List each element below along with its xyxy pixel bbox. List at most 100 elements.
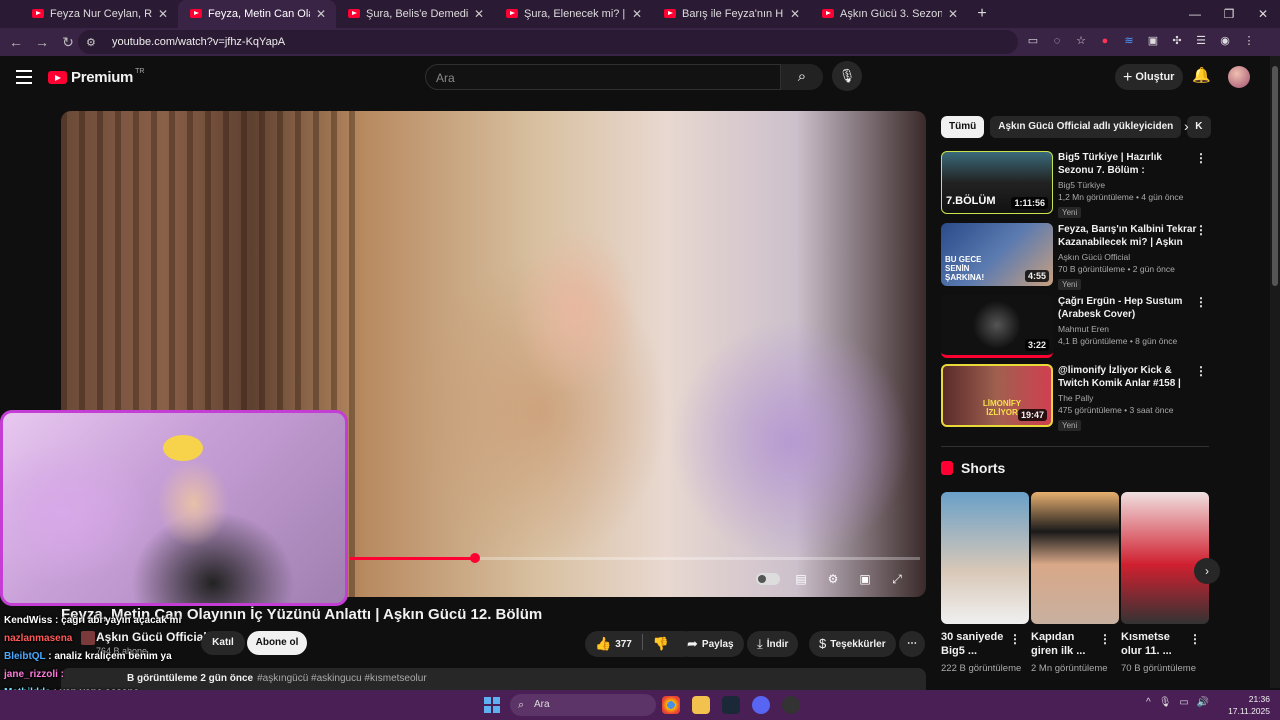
short-video[interactable]: Kısmetse olur 11. ... 70 B görüntüleme ⋮ — [1121, 492, 1209, 676]
recommended-video[interactable]: LİMONİFY İZLİYOR 19:47 @limonify İzliyor… — [941, 364, 1211, 431]
channel-avatar[interactable] — [81, 631, 95, 645]
description-box[interactable]: B görüntüleme 2 gün önce #aşkıngücü #aski… — [61, 668, 926, 690]
forward-icon[interactable]: → — [30, 30, 54, 54]
extension-red-icon[interactable]: ● — [1096, 32, 1114, 50]
short-thumbnail[interactable] — [1031, 492, 1119, 624]
more-options-icon[interactable]: ⋮ — [1009, 632, 1021, 646]
settings-gear-icon[interactable]: ⚙ — [822, 568, 844, 590]
discord-icon[interactable] — [752, 696, 770, 714]
miniplayer-icon[interactable]: ▣ — [854, 568, 876, 590]
video-title[interactable]: Feyza, Barış'ın Kalbini Tekrar Kazanabil… — [1058, 223, 1198, 249]
account-avatar[interactable] — [1228, 66, 1250, 88]
video-progress-bar[interactable] — [350, 553, 920, 563]
steam-icon[interactable] — [722, 696, 740, 714]
reload-icon[interactable]: ↻ — [56, 30, 80, 54]
more-options-icon[interactable]: ⋮ — [1195, 364, 1207, 378]
short-title[interactable]: 30 saniyede Big5 ... — [941, 630, 1013, 658]
close-window-icon[interactable]: ✕ — [1246, 0, 1280, 28]
profile-avatar-icon[interactable]: ◉ — [1216, 32, 1234, 50]
browser-tab[interactable]: Şura, Belis'e Demediğini Bırakm... ✕ — [336, 0, 494, 28]
channel-name[interactable]: Aşkın Gücü Official — [96, 630, 207, 644]
download-button[interactable]: ⤓ İndir — [747, 631, 799, 657]
short-thumbnail[interactable] — [941, 492, 1029, 624]
more-actions-icon[interactable]: ⋯ — [899, 631, 925, 657]
windows-start-icon[interactable] — [484, 697, 500, 713]
extension-shield-icon[interactable]: ▣ — [1144, 32, 1162, 50]
channel-name[interactable]: Big5 Türkiye — [1058, 180, 1198, 190]
chrome-app-icon[interactable] — [662, 696, 680, 714]
share-button[interactable]: ➦ Paylaş — [677, 631, 744, 657]
recommended-video[interactable]: BU GECE SENİN ŞARKINA! 4:55 Feyza, Barış… — [941, 223, 1211, 290]
video-thumbnail[interactable]: LİMONİFY İZLİYOR 19:47 — [941, 364, 1053, 427]
video-title[interactable]: Çağrı Ergün - Hep Sustum (Arabesk Cover) — [1058, 295, 1198, 321]
taskbar-search[interactable]: ⌕ Ara — [510, 694, 656, 716]
menu-hamburger-icon[interactable] — [16, 70, 32, 84]
channel-name[interactable]: Mahmut Eren — [1058, 324, 1198, 334]
video-thumbnail[interactable]: BU GECE SENİN ŞARKINA! 4:55 — [941, 223, 1053, 286]
search-button[interactable]: ⌕ — [781, 64, 823, 90]
close-tab-icon[interactable]: ✕ — [314, 7, 328, 21]
fullscreen-icon[interactable]: ⤢ — [886, 568, 908, 590]
extension-audio-icon[interactable]: ≋ — [1120, 32, 1138, 50]
restore-icon[interactable]: ❐ — [1212, 0, 1246, 28]
short-title[interactable]: Kapıdan giren ilk ... — [1031, 630, 1103, 658]
eye-off-icon[interactable]: ◌ — [1048, 32, 1066, 50]
browser-tab[interactable]: Aşkın Gücü 3. Sezon 13. Bölüm... ✕ — [810, 0, 968, 28]
display-icon[interactable]: ▭ — [1179, 697, 1188, 708]
video-title[interactable]: @limonify İzliyor Kick & Twitch Komik An… — [1058, 364, 1198, 390]
scrollbar-thumb[interactable] — [1272, 66, 1278, 286]
browser-tab-active[interactable]: Feyza, Metin Can Olayının İç Yü... ✕ — [178, 0, 336, 28]
site-info-icon[interactable]: ⚙ — [86, 36, 100, 49]
close-tab-icon[interactable]: ✕ — [788, 7, 802, 21]
chip-all[interactable]: Tümü — [941, 116, 985, 138]
chevron-right-icon[interactable]: › — [1184, 118, 1189, 134]
close-tab-icon[interactable]: ✕ — [156, 7, 170, 21]
close-tab-icon[interactable]: ✕ — [630, 7, 644, 21]
more-options-icon[interactable]: ⋮ — [1195, 223, 1207, 237]
channel-name[interactable]: Aşkın Gücü Official — [1058, 252, 1198, 262]
new-tab-button[interactable]: + — [968, 0, 996, 28]
more-options-icon[interactable]: ⋮ — [1195, 295, 1207, 309]
shorts-next-chevron-icon[interactable]: › — [1194, 558, 1220, 584]
search-input[interactable]: Ara — [425, 64, 781, 90]
back-icon[interactable]: ← — [4, 30, 28, 54]
browser-tab[interactable]: Barış ile Feyza'nın Hızlı Ev Halkı... ✕ — [652, 0, 810, 28]
recommended-video[interactable]: 3:22 Çağrı Ergün - Hep Sustum (Arabesk C… — [941, 295, 1211, 361]
more-options-icon[interactable]: ⋮ — [1195, 151, 1207, 165]
short-video[interactable]: Kapıdan giren ilk ... 2 Mn görüntüleme ⋮ — [1031, 492, 1119, 676]
close-tab-icon[interactable]: ✕ — [472, 7, 486, 21]
voice-search-icon[interactable]: 🎙 — [832, 61, 862, 91]
thumbs-down-icon[interactable]: 👎 — [653, 636, 669, 651]
extensions-puzzle-icon[interactable]: ✣ — [1168, 32, 1186, 50]
page-scrollbar[interactable] — [1270, 56, 1280, 688]
autoplay-toggle[interactable] — [756, 573, 780, 585]
browser-tab[interactable]: Şura, Elenecek mi? | Aşkın Gücü... ✕ — [494, 0, 652, 28]
hashtags[interactable]: #aşkıngücü #askingucu #kısmetseolur — [257, 673, 427, 684]
file-explorer-icon[interactable] — [692, 696, 710, 714]
more-options-icon[interactable]: ⋮ — [1189, 632, 1201, 646]
volume-icon[interactable]: 🔊 — [1197, 697, 1209, 708]
cast-icon[interactable]: ▭ — [1024, 32, 1042, 50]
close-tab-icon[interactable]: ✕ — [946, 7, 960, 21]
short-thumbnail[interactable] — [1121, 492, 1209, 624]
short-title[interactable]: Kısmetse olur 11. ... — [1121, 630, 1193, 658]
reading-list-icon[interactable]: ☰ — [1192, 32, 1210, 50]
join-button[interactable]: Katıl — [201, 631, 245, 655]
channel-name[interactable]: The Pally — [1058, 393, 1198, 403]
notifications-bell-icon[interactable]: 🔔 — [1192, 66, 1211, 84]
short-video[interactable]: 30 saniyede Big5 ... 222 B görüntüleme ⋮ — [941, 492, 1029, 676]
taskbar-clock[interactable]: 21:36 17.11.2025 — [1228, 693, 1270, 717]
browser-tab[interactable]: Feyza Nur Ceylan, Rakiplerini K... ✕ — [20, 0, 178, 28]
youtube-premium-logo[interactable]: Premium TR — [48, 68, 144, 86]
video-thumbnail[interactable]: 7.BÖLÜM 1:11:56 — [941, 151, 1053, 214]
thanks-button[interactable]: $ Teşekkürler — [809, 631, 896, 657]
more-options-icon[interactable]: ⋮ — [1099, 632, 1111, 646]
url-bar[interactable]: ⚙ youtube.com/watch?v=jfhz-KqYapA — [78, 30, 1018, 54]
obs-icon[interactable] — [782, 696, 800, 714]
tray-chevron-icon[interactable]: ^ — [1146, 697, 1151, 708]
video-title[interactable]: Big5 Türkiye | Hazırlık Sezonu 7. Bölüm … — [1058, 151, 1198, 177]
video-thumbnail[interactable]: 3:22 — [941, 295, 1053, 358]
recommended-video[interactable]: 7.BÖLÜM 1:11:56 Big5 Türkiye | Hazırlık … — [941, 151, 1211, 218]
create-button[interactable]: + Oluştur — [1115, 64, 1183, 90]
subtitles-icon[interactable]: ▤ — [790, 568, 812, 590]
